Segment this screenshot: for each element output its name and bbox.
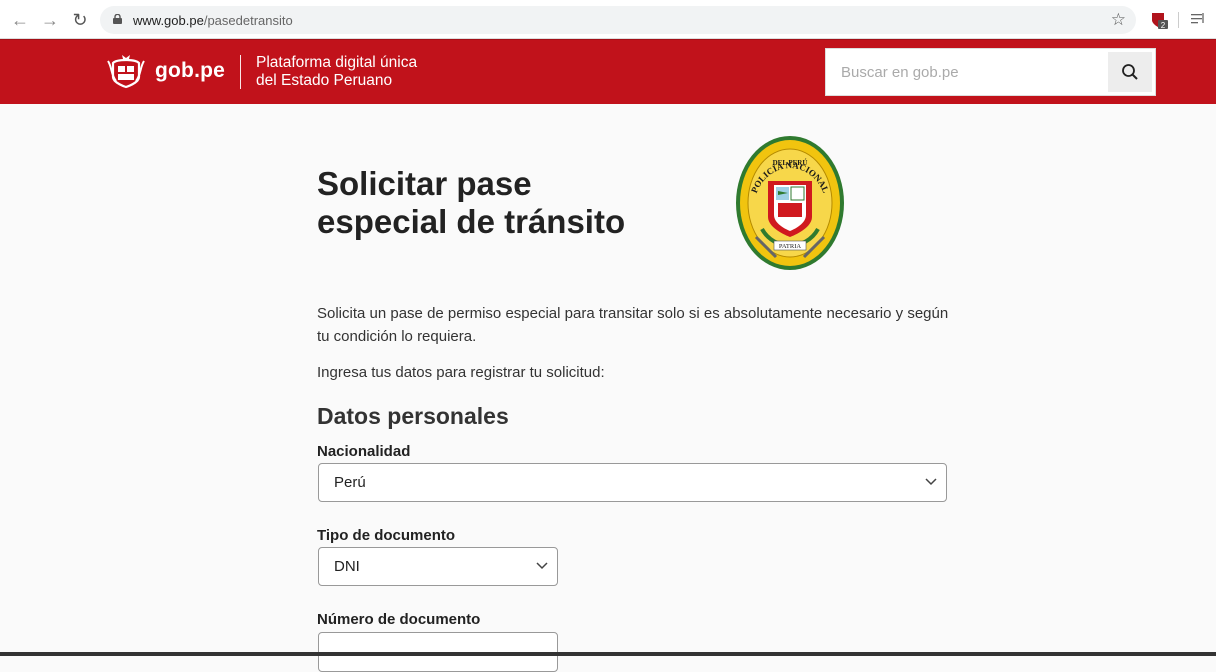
chevron-down-icon [925, 478, 937, 486]
nacionalidad-select[interactable]: Perú [318, 463, 947, 502]
logo-text[interactable]: gob.pe [155, 59, 225, 83]
logo-divider [240, 55, 241, 89]
badge-text-mid: DEL PERÚ [773, 159, 808, 167]
browser-toolbar: ← → ↻ www.gob.pe/pasedetransito ☆ 2 [0, 0, 1216, 39]
back-arrow-icon[interactable]: ← [10, 10, 30, 30]
tipo-documento-value: DNI [334, 558, 360, 575]
instruction-text: Ingresa tus datos para registrar tu soli… [317, 364, 605, 381]
bottom-edge [0, 652, 1216, 656]
section-title: Datos personales [317, 403, 509, 429]
platform-line-1: Plataforma digital única [256, 54, 418, 71]
page-title-line-2: especial de tránsito [317, 203, 626, 240]
address-bar[interactable]: www.gob.pe/pasedetransito ☆ [100, 6, 1136, 34]
badge-text-bottom: PATRIA [779, 243, 801, 250]
page-title: Solicitar pase especial de tránsito [317, 165, 625, 241]
toolbar-divider [1178, 12, 1179, 28]
chevron-down-icon [536, 562, 548, 570]
url-path: /pasedetransito [203, 13, 293, 28]
page-title-line-1: Solicitar pase [317, 165, 532, 202]
search-input[interactable] [826, 49, 1108, 95]
nacionalidad-label: Nacionalidad [317, 443, 411, 460]
extension-shield-icon[interactable]: 2 [1150, 11, 1168, 29]
tipo-documento-select[interactable]: DNI [318, 547, 558, 586]
lock-icon [113, 14, 122, 24]
site-search [825, 48, 1156, 96]
bookmark-star-icon[interactable]: ☆ [1111, 10, 1126, 30]
police-badge-icon: POLICÍA NACIONAL DEL PERÚ PATRIA [736, 136, 844, 270]
platform-line-2: del Estado Peruano [256, 72, 393, 89]
url-text: www.gob.pe/pasedetransito [133, 13, 293, 28]
numero-documento-label: Número de documento [317, 611, 481, 628]
reading-list-icon[interactable] [1190, 11, 1206, 27]
intro-text: Solicita un pase de permiso especial par… [317, 305, 949, 345]
url-host: www.gob.pe [133, 13, 204, 28]
nacionalidad-value: Perú [334, 474, 366, 491]
search-button[interactable] [1108, 52, 1152, 92]
search-icon [1122, 64, 1138, 80]
svg-text:2: 2 [1161, 21, 1166, 29]
forward-arrow-icon[interactable]: → [40, 10, 60, 30]
tipo-documento-label: Tipo de documento [317, 527, 456, 544]
peru-coat-of-arms-icon[interactable] [107, 53, 145, 89]
site-header: gob.pe Plataforma digital única del Esta… [0, 39, 1216, 104]
reload-icon[interactable]: ↻ [70, 10, 90, 30]
platform-tagline: Plataforma digital única del Estado Peru… [256, 54, 417, 90]
